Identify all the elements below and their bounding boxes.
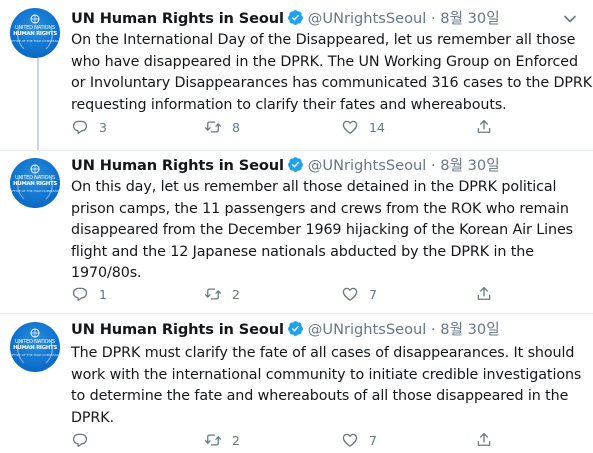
tweet-3[interactable]: UNITED NATIONS HUMAN RIGHTS OFFICE OF TH… [0,313,593,453]
retweet-count: 2 [232,432,240,448]
tweet-text-line: or Involuntary Disappearances has commun… [71,75,592,91]
heart-icon [342,120,358,134]
tweet-actions: 3 8 14 [71,116,511,138]
tweet-text-line: who have disappeared in the DPRK. The UN… [71,53,578,70]
reply-count: 1 [99,286,107,302]
tweet-1[interactable]: UNITED NATIONS HUMAN RIGHTS OFFICE OF TH… [0,0,593,150]
tweet-date[interactable]: 8월 30일 [440,10,499,27]
share-button[interactable] [475,283,493,305]
tweet-text-line: requesting information to clarify their … [71,96,507,113]
tweet-header: UN Human Rights in Seoul @UNrightsSeoul ·… [71,156,500,176]
reply-icon [72,287,88,302]
share-button[interactable] [475,116,493,138]
display-name[interactable]: UN Human Rights in Seoul [71,321,284,338]
tweet-text: On the International Day of the Disappea… [71,30,592,116]
share-icon [477,286,491,300]
verified-badge-icon [287,320,304,343]
retweet-button[interactable]: 2 [204,429,240,451]
tweet-text-line: On the International Day of the Disappea… [71,32,576,48]
display-name[interactable]: UN Human Rights in Seoul [71,157,284,174]
display-name[interactable]: UN Human Rights in Seoul [71,10,284,27]
reply-button[interactable] [71,429,99,451]
share-button[interactable] [475,429,493,451]
like-count: 7 [369,432,377,448]
like-count: 7 [369,286,377,302]
retweet-count: 2 [232,286,240,302]
avatar[interactable]: UNITED NATIONS HUMAN RIGHTS OFFICE OF TH… [10,322,60,372]
verified-badge-icon [287,156,304,179]
avatar-text-line2: HUMAN RIGHTS [13,181,57,187]
avatar[interactable]: UNITED NATIONS HUMAN RIGHTS OFFICE OF TH… [10,8,60,58]
tweet-2[interactable]: UNITED NATIONS HUMAN RIGHTS OFFICE OF TH… [0,150,593,314]
handle[interactable]: @UNrightsSeoul [308,10,427,27]
tweet-text-line: flight and the 12 Japanese nationals abd… [71,243,534,260]
like-button[interactable]: 7 [341,283,377,305]
retweet-icon [204,121,222,133]
reply-icon [72,120,88,135]
avatar-text-line2: HUMAN RIGHTS [13,345,57,351]
like-button[interactable]: 7 [341,429,377,451]
tweet-text-line: prison camps, the 11 passengers and crew… [71,200,569,217]
tweet-text-line: to determine the fate and whereabouts of… [71,388,569,404]
share-icon [477,432,491,446]
tweet-text-line: The DPRK must clarify the fate of all ca… [71,345,575,361]
like-button[interactable]: 14 [341,116,385,138]
avatar-text-line3: OFFICE OF THE HIGH COMMISSIONER [10,353,60,357]
tweet-text-line: disappeared from the December 1969 hijac… [71,222,574,238]
heart-icon [342,287,358,301]
separator-dot: · [431,321,436,338]
avatar-text-line3: OFFICE OF THE HIGH COMMISSIONER [10,189,60,193]
tweet-header: UN Human Rights in Seoul @UNrightsSeoul ·… [71,320,500,340]
handle[interactable]: @UNrightsSeoul [308,321,427,338]
retweet-icon [204,288,222,300]
tweet-text-line: 1970/80s. [71,265,142,281]
separator-dot: · [431,10,436,27]
share-icon [477,119,491,133]
retweet-button[interactable]: 8 [204,116,240,138]
verified-badge-icon [287,9,304,32]
chevron-down-icon[interactable] [563,14,577,24]
tweet-actions: 1 2 7 [71,283,511,305]
reply-count: 3 [99,119,107,135]
tweet-text-line: work with the international community to… [71,366,582,383]
tweet-text: The DPRK must clarify the fate of all ca… [71,343,586,429]
separator-dot: · [431,157,436,174]
avatar[interactable]: UNITED NATIONS HUMAN RIGHTS OFFICE OF TH… [10,158,60,208]
retweet-button[interactable]: 2 [204,283,240,305]
heart-icon [342,433,358,447]
avatar-text-line2: HUMAN RIGHTS [13,31,57,37]
tweet-date[interactable]: 8월 30일 [440,157,499,174]
retweet-icon [204,434,222,446]
tweet-header: UN Human Rights in Seoul @UNrightsSeoul ·… [71,9,500,29]
tweet-actions: 2 7 [71,429,511,451]
like-count: 14 [369,119,385,135]
reply-button[interactable]: 3 [71,116,107,138]
avatar-text-line3: OFFICE OF THE HIGH COMMISSIONER [10,39,60,43]
tweet-text-line: DPRK. [71,409,114,426]
tweet-text: On this day, let us remember all those d… [71,177,586,285]
reply-icon [72,433,88,448]
tweet-date[interactable]: 8월 30일 [440,321,499,338]
tweet-text-line: On this day, let us remember all those d… [71,179,557,195]
reply-button[interactable]: 1 [71,283,107,305]
retweet-count: 8 [232,119,240,135]
handle[interactable]: @UNrightsSeoul [308,157,427,174]
